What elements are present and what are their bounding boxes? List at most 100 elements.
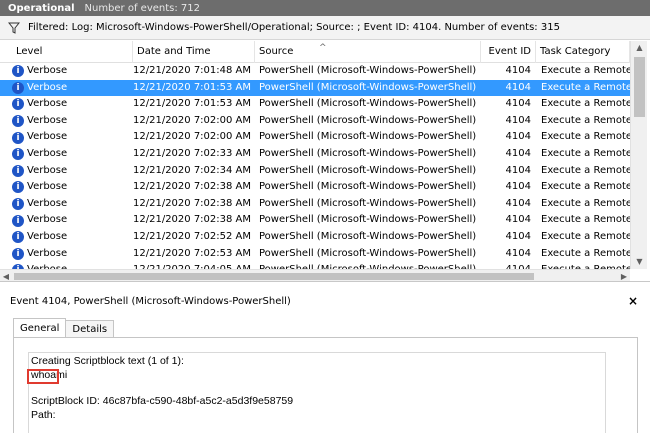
row-event-id-cell: 4104 bbox=[505, 231, 531, 242]
row-level-cell: iVerbose bbox=[12, 113, 132, 130]
column-header-level[interactable]: Level bbox=[12, 41, 133, 63]
row-event-id-cell: 4104 bbox=[505, 81, 531, 93]
table-row[interactable]: i Verbose 12/21/2020 7:02:34 AM PowerShell … bbox=[0, 163, 630, 180]
scroll-down-icon[interactable]: ▼ bbox=[631, 255, 648, 269]
column-header-event-id[interactable]: Event ID bbox=[481, 41, 536, 63]
row-source-cell: PowerShell (Microsoft-Windows-PowerShell… bbox=[259, 81, 477, 93]
row-source-cell: PowerShell (Microsoft-Windows-PowerShell… bbox=[259, 65, 477, 76]
row-date-cell: 12/21/2020 7:01:53 AM bbox=[133, 81, 252, 93]
row-task-category-cell: Execute a Remote Command bbox=[541, 98, 630, 110]
table-row[interactable]: i Verbose 12/21/2020 7:02:52 AM PowerShell … bbox=[0, 229, 630, 246]
table-row[interactable]: i Verbose 12/21/2020 7:02:53 AM PowerShell … bbox=[0, 246, 630, 263]
event-list[interactable]: Level ^ Date and Time Source Event ID Ta… bbox=[0, 41, 650, 282]
information-icon: i bbox=[12, 198, 24, 211]
scriptblock-id-line: ScriptBlock ID: 46c87bfa-c590-48bf-a5c2-… bbox=[31, 395, 294, 407]
row-task-category-cell: Execute a Remote Command bbox=[541, 65, 630, 76]
row-source-cell: PowerShell (Microsoft-Windows-PowerShell… bbox=[259, 197, 477, 209]
scroll-up-icon[interactable]: ▲ bbox=[631, 41, 648, 55]
row-event-id-cell: 4104 bbox=[505, 197, 531, 209]
table-row[interactable]: i Verbose 12/21/2020 7:02:38 AM PowerShell … bbox=[0, 179, 630, 196]
row-event-id-cell: 4104 bbox=[505, 114, 531, 126]
row-level-cell: iVerbose bbox=[12, 96, 132, 113]
row-level-text: Verbose bbox=[27, 114, 68, 126]
information-icon: i bbox=[12, 231, 24, 244]
row-source-cell: PowerShell (Microsoft-Windows-PowerShell… bbox=[259, 114, 477, 126]
row-source-cell: PowerShell (Microsoft-Windows-PowerShell… bbox=[259, 231, 477, 242]
filter-bar: Filtered: Log: Microsoft-Windows-PowerSh… bbox=[0, 16, 650, 40]
row-level-text: Verbose bbox=[27, 247, 68, 259]
row-event-id-cell: 4104 bbox=[505, 131, 531, 143]
scroll-left-icon[interactable]: ◀ bbox=[0, 270, 12, 281]
row-event-id-cell: 4104 bbox=[505, 214, 531, 226]
information-icon: i bbox=[12, 148, 24, 161]
row-task-category-cell: Execute a Remote Command bbox=[541, 114, 630, 126]
table-row[interactable]: i Verbose 12/21/2020 7:02:00 AM PowerShell … bbox=[0, 129, 630, 146]
row-date-cell: 12/21/2020 7:02:33 AM bbox=[133, 148, 252, 159]
row-task-category-cell: Execute a Remote Command bbox=[541, 231, 630, 242]
row-event-id-cell: 4104 bbox=[505, 65, 531, 76]
row-source-cell: PowerShell (Microsoft-Windows-PowerShell… bbox=[259, 164, 477, 176]
row-task-category-cell: Execute a Remote Command bbox=[541, 262, 630, 269]
column-header-task-category[interactable]: Task Category bbox=[536, 41, 630, 63]
row-date-cell: 12/21/2020 7:02:38 AM bbox=[133, 181, 252, 193]
column-header-source[interactable]: Source bbox=[255, 41, 481, 63]
row-date-cell: 12/21/2020 7:02:53 AM bbox=[133, 247, 252, 259]
row-level-cell: iVerbose bbox=[12, 163, 132, 180]
vertical-scroll-thumb[interactable] bbox=[634, 57, 645, 117]
table-row[interactable]: i Verbose 12/21/2020 7:01:48 AM PowerShell … bbox=[0, 63, 630, 80]
vertical-scrollbar[interactable]: ▲ ▼ bbox=[630, 41, 647, 269]
tab-details[interactable]: Details bbox=[66, 320, 115, 338]
scriptblock-header-line: Creating Scriptblock text (1 of 1): bbox=[31, 355, 184, 367]
information-icon: i bbox=[12, 214, 24, 227]
information-icon: i bbox=[12, 131, 24, 144]
column-header-date[interactable]: ^ Date and Time bbox=[133, 41, 327, 63]
row-level-text: Verbose bbox=[27, 214, 68, 226]
information-icon: i bbox=[12, 164, 24, 177]
table-row[interactable]: i Verbose 12/21/2020 7:02:33 AM PowerShell … bbox=[0, 146, 630, 163]
row-level-cell: iVerbose bbox=[12, 262, 132, 269]
funnel-icon bbox=[8, 22, 20, 34]
table-row[interactable]: i Verbose 12/21/2020 7:01:53 AM PowerShell … bbox=[0, 79, 630, 97]
log-name: Operational bbox=[8, 2, 75, 14]
row-level-cell: iVerbose bbox=[12, 229, 132, 246]
row-level-text: Verbose bbox=[27, 131, 68, 143]
information-icon: i bbox=[12, 247, 24, 260]
row-source-cell: PowerShell (Microsoft-Windows-PowerShell… bbox=[259, 214, 477, 226]
table-row[interactable]: i Verbose 12/21/2020 7:01:53 AM PowerShell … bbox=[0, 96, 630, 113]
log-title-bar: Operational Number of events: 712 bbox=[0, 0, 650, 16]
row-level-cell: iVerbose bbox=[12, 179, 132, 196]
row-date-cell: 12/21/2020 7:02:34 AM bbox=[133, 164, 252, 176]
row-task-category-cell: Execute a Remote Command bbox=[541, 214, 630, 226]
close-icon[interactable]: × bbox=[628, 292, 638, 310]
table-row[interactable]: i Verbose 12/21/2020 7:02:38 AM PowerShell … bbox=[0, 196, 630, 213]
row-level-text: Verbose bbox=[27, 65, 68, 76]
row-event-id-cell: 4104 bbox=[505, 164, 531, 176]
horizontal-scrollbar[interactable]: ◀ ▶ bbox=[0, 269, 630, 281]
row-level-cell: iVerbose bbox=[12, 146, 132, 163]
column-header-row: Level ^ Date and Time Source Event ID Ta… bbox=[0, 41, 630, 63]
row-level-cell: iVerbose bbox=[12, 80, 132, 97]
row-level-text: Verbose bbox=[27, 81, 68, 93]
detail-tabs: General Details bbox=[13, 318, 115, 338]
row-level-text: Verbose bbox=[27, 262, 67, 269]
table-row[interactable]: i Verbose 12/21/2020 7:02:38 AM PowerShell … bbox=[0, 212, 630, 229]
row-level-text: Verbose bbox=[27, 98, 68, 110]
row-source-cell: PowerShell (Microsoft-Windows-PowerShell… bbox=[259, 148, 477, 159]
row-level-text: Verbose bbox=[27, 231, 68, 242]
horizontal-scroll-thumb[interactable] bbox=[14, 273, 534, 280]
event-description-text[interactable]: Creating Scriptblock text (1 of 1): whoa… bbox=[27, 352, 606, 433]
row-date-cell: 12/21/2020 7:02:38 AM bbox=[133, 214, 252, 226]
row-date-cell: 12/21/2020 7:04:05 AM bbox=[133, 262, 255, 269]
row-level-cell: iVerbose bbox=[12, 129, 132, 146]
table-row[interactable]: iVerbose12/21/2020 7:04:05 AM PowerShell … bbox=[0, 262, 630, 269]
row-date-cell: 12/21/2020 7:02:52 AM bbox=[133, 231, 252, 242]
scroll-right-icon[interactable]: ▶ bbox=[618, 270, 630, 281]
table-row[interactable]: i Verbose 12/21/2020 7:02:00 AM PowerShell … bbox=[0, 113, 630, 130]
row-date-cell: 12/21/2020 7:01:53 AM bbox=[133, 98, 252, 110]
tab-general[interactable]: General bbox=[13, 318, 67, 338]
row-level-cell: iVerbose bbox=[12, 196, 132, 213]
row-level-text: Verbose bbox=[27, 181, 68, 193]
row-date-cell: 12/21/2020 7:02:00 AM bbox=[133, 131, 252, 143]
row-level-text: Verbose bbox=[27, 148, 68, 159]
row-task-category-cell: Execute a Remote Command bbox=[541, 164, 630, 176]
